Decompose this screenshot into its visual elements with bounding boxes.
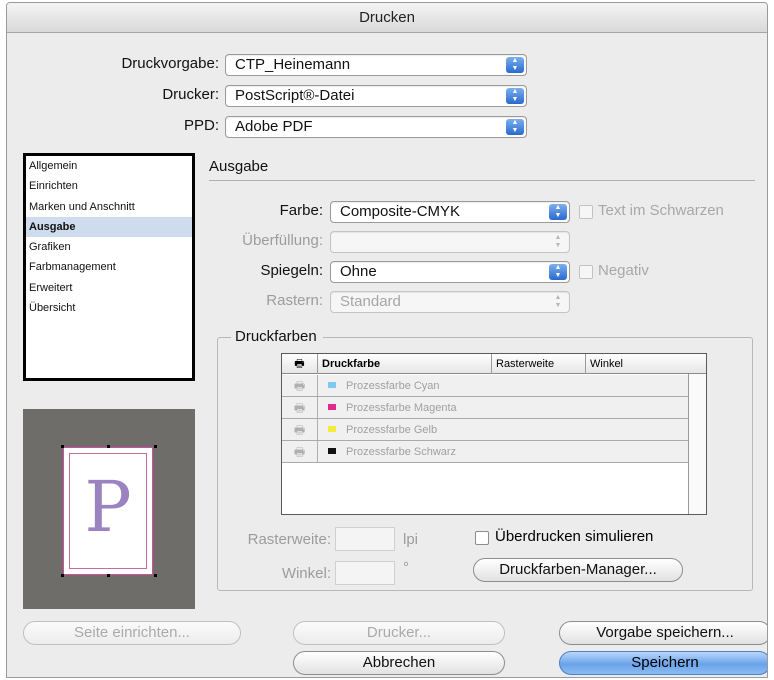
crop-mark [154, 574, 157, 577]
popup-arrows-icon: ▲ ▼ [549, 264, 567, 280]
trapping-label: Überfüllung: [242, 232, 323, 249]
sidebar-item-grafiken[interactable]: Grafiken [26, 237, 192, 257]
printer-icon[interactable]: 🖶 [282, 354, 318, 374]
screening-value: Standard [340, 293, 401, 310]
frequency-unit: lpi [403, 531, 419, 548]
preset-label: Druckvorgabe: [121, 55, 219, 72]
text-black-label: Text im Schwarzen [598, 202, 724, 219]
sidebar-item-marken[interactable]: Marken und Anschnitt [26, 197, 192, 217]
column-frequency[interactable]: Rasterweite [492, 354, 586, 374]
table-row[interactable]: 🖶 Prozessfarbe Gelb [282, 419, 688, 441]
frequency-label: Rasterweite: [247, 531, 331, 548]
printer-button[interactable]: Drucker... [293, 621, 505, 645]
crop-mark [107, 574, 110, 577]
inks-table-header: 🖶 Druckfarbe Rasterweite Winkel [282, 354, 706, 374]
angle-field[interactable] [335, 561, 395, 585]
table-row[interactable]: 🖶 Prozessfarbe Cyan [282, 375, 688, 397]
screening-label: Rastern: [266, 292, 323, 309]
table-row[interactable]: 🖶 Prozessfarbe Magenta [282, 397, 688, 419]
screening-popup[interactable]: Standard ▲ ▼ [330, 291, 570, 313]
heading-rule [209, 180, 755, 181]
print-toggle-icon[interactable]: 🖶 [282, 397, 318, 418]
preset-popup[interactable]: CTP_Heinemann ▲ ▼ [225, 54, 527, 76]
simulate-overprint-label: Überdrucken simulieren [495, 528, 654, 545]
window-title: Drucken [7, 3, 767, 33]
ink-name: Prozessfarbe Gelb [346, 424, 438, 436]
sidebar-item-allgemein[interactable]: Allgemein [26, 156, 192, 176]
trapping-popup[interactable]: ▲ ▼ [330, 231, 570, 253]
crop-mark [107, 445, 110, 448]
ink-manager-button[interactable]: Druckfarben-Manager... [473, 558, 683, 582]
table-row[interactable]: 🖶 Prozessfarbe Schwarz [282, 441, 688, 463]
popup-arrows-icon: ▲ ▼ [506, 119, 524, 135]
page-preview: P [23, 409, 195, 609]
sidebar-item-erweitert[interactable]: Erweitert [26, 278, 192, 298]
mirror-label: Spiegeln: [260, 262, 323, 279]
inks-heading: Druckfarben [231, 328, 323, 345]
popup-arrows-icon: ▲ ▼ [506, 88, 524, 104]
popup-arrows-icon: ▲ ▼ [506, 57, 524, 73]
print-toggle-icon[interactable]: 🖶 [282, 375, 318, 396]
section-heading: Ausgabe [209, 158, 269, 175]
ppd-popup[interactable]: Adobe PDF ▲ ▼ [225, 116, 527, 138]
cancel-button[interactable]: Abbrechen [293, 651, 505, 675]
ppd-value: Adobe PDF [235, 118, 313, 135]
printer-label: Drucker: [162, 86, 219, 103]
sidebar-item-ausgabe[interactable]: Ausgabe [26, 216, 192, 238]
ink-name: Prozessfarbe Cyan [346, 380, 440, 392]
ppd-label: PPD: [183, 117, 219, 134]
column-angle[interactable]: Winkel [586, 354, 706, 374]
table-scrollbar[interactable] [688, 374, 706, 514]
print-dialog: Drucken Druckvorgabe: CTP_Heinemann ▲ ▼ D… [6, 2, 768, 678]
popup-arrows-icon: ▲ ▼ [554, 234, 562, 249]
category-list: Allgemein Einrichten Marken und Anschnit… [23, 153, 195, 381]
color-popup[interactable]: Composite-CMYK ▲ ▼ [330, 201, 570, 223]
print-toggle-icon[interactable]: 🖶 [282, 441, 318, 462]
popup-arrows-icon: ▲ ▼ [549, 204, 567, 220]
preview-letter: P [84, 466, 132, 548]
ink-swatch [328, 382, 336, 388]
ink-swatch [328, 426, 336, 432]
inks-table: 🖶 Druckfarbe Rasterweite Winkel 🖶 Prozes… [281, 353, 707, 515]
ink-name: Prozessfarbe Magenta [346, 402, 457, 414]
ink-name: Prozessfarbe Schwarz [346, 446, 457, 458]
popup-arrows-icon: ▲ ▼ [554, 294, 562, 309]
angle-unit: ° [403, 559, 409, 576]
color-label: Farbe: [279, 202, 323, 219]
save-preset-button[interactable]: Vorgabe speichern... [559, 621, 767, 645]
save-button[interactable]: Speichern [559, 651, 767, 675]
sidebar-item-farbmanagement[interactable]: Farbmanagement [26, 257, 192, 277]
printer-value: PostScript®-Datei [235, 87, 355, 104]
sidebar-item-einrichten[interactable]: Einrichten [26, 176, 192, 196]
sidebar-item-uebersicht[interactable]: Übersicht [26, 298, 192, 318]
page-setup-button[interactable]: Seite einrichten... [23, 621, 241, 645]
frequency-field[interactable] [335, 527, 395, 551]
negative-label: Negativ [598, 262, 649, 279]
mirror-value: Ohne [340, 263, 377, 280]
print-toggle-icon[interactable]: 🖶 [282, 419, 318, 440]
ink-swatch [328, 448, 336, 454]
crop-mark [61, 574, 64, 577]
simulate-overprint-checkbox[interactable] [475, 531, 489, 545]
crop-mark [154, 445, 157, 448]
ink-swatch [328, 404, 336, 410]
angle-label: Winkel: [281, 565, 331, 582]
crop-mark [61, 445, 64, 448]
preview-page: P [63, 447, 153, 575]
text-black-checkbox[interactable] [579, 205, 593, 219]
column-ink[interactable]: Druckfarbe [318, 354, 492, 374]
mirror-popup[interactable]: Ohne ▲ ▼ [330, 261, 570, 283]
color-value: Composite-CMYK [340, 203, 461, 220]
preset-value: CTP_Heinemann [235, 56, 351, 73]
printer-popup[interactable]: PostScript®-Datei ▲ ▼ [225, 85, 527, 107]
negative-checkbox[interactable] [579, 265, 593, 279]
